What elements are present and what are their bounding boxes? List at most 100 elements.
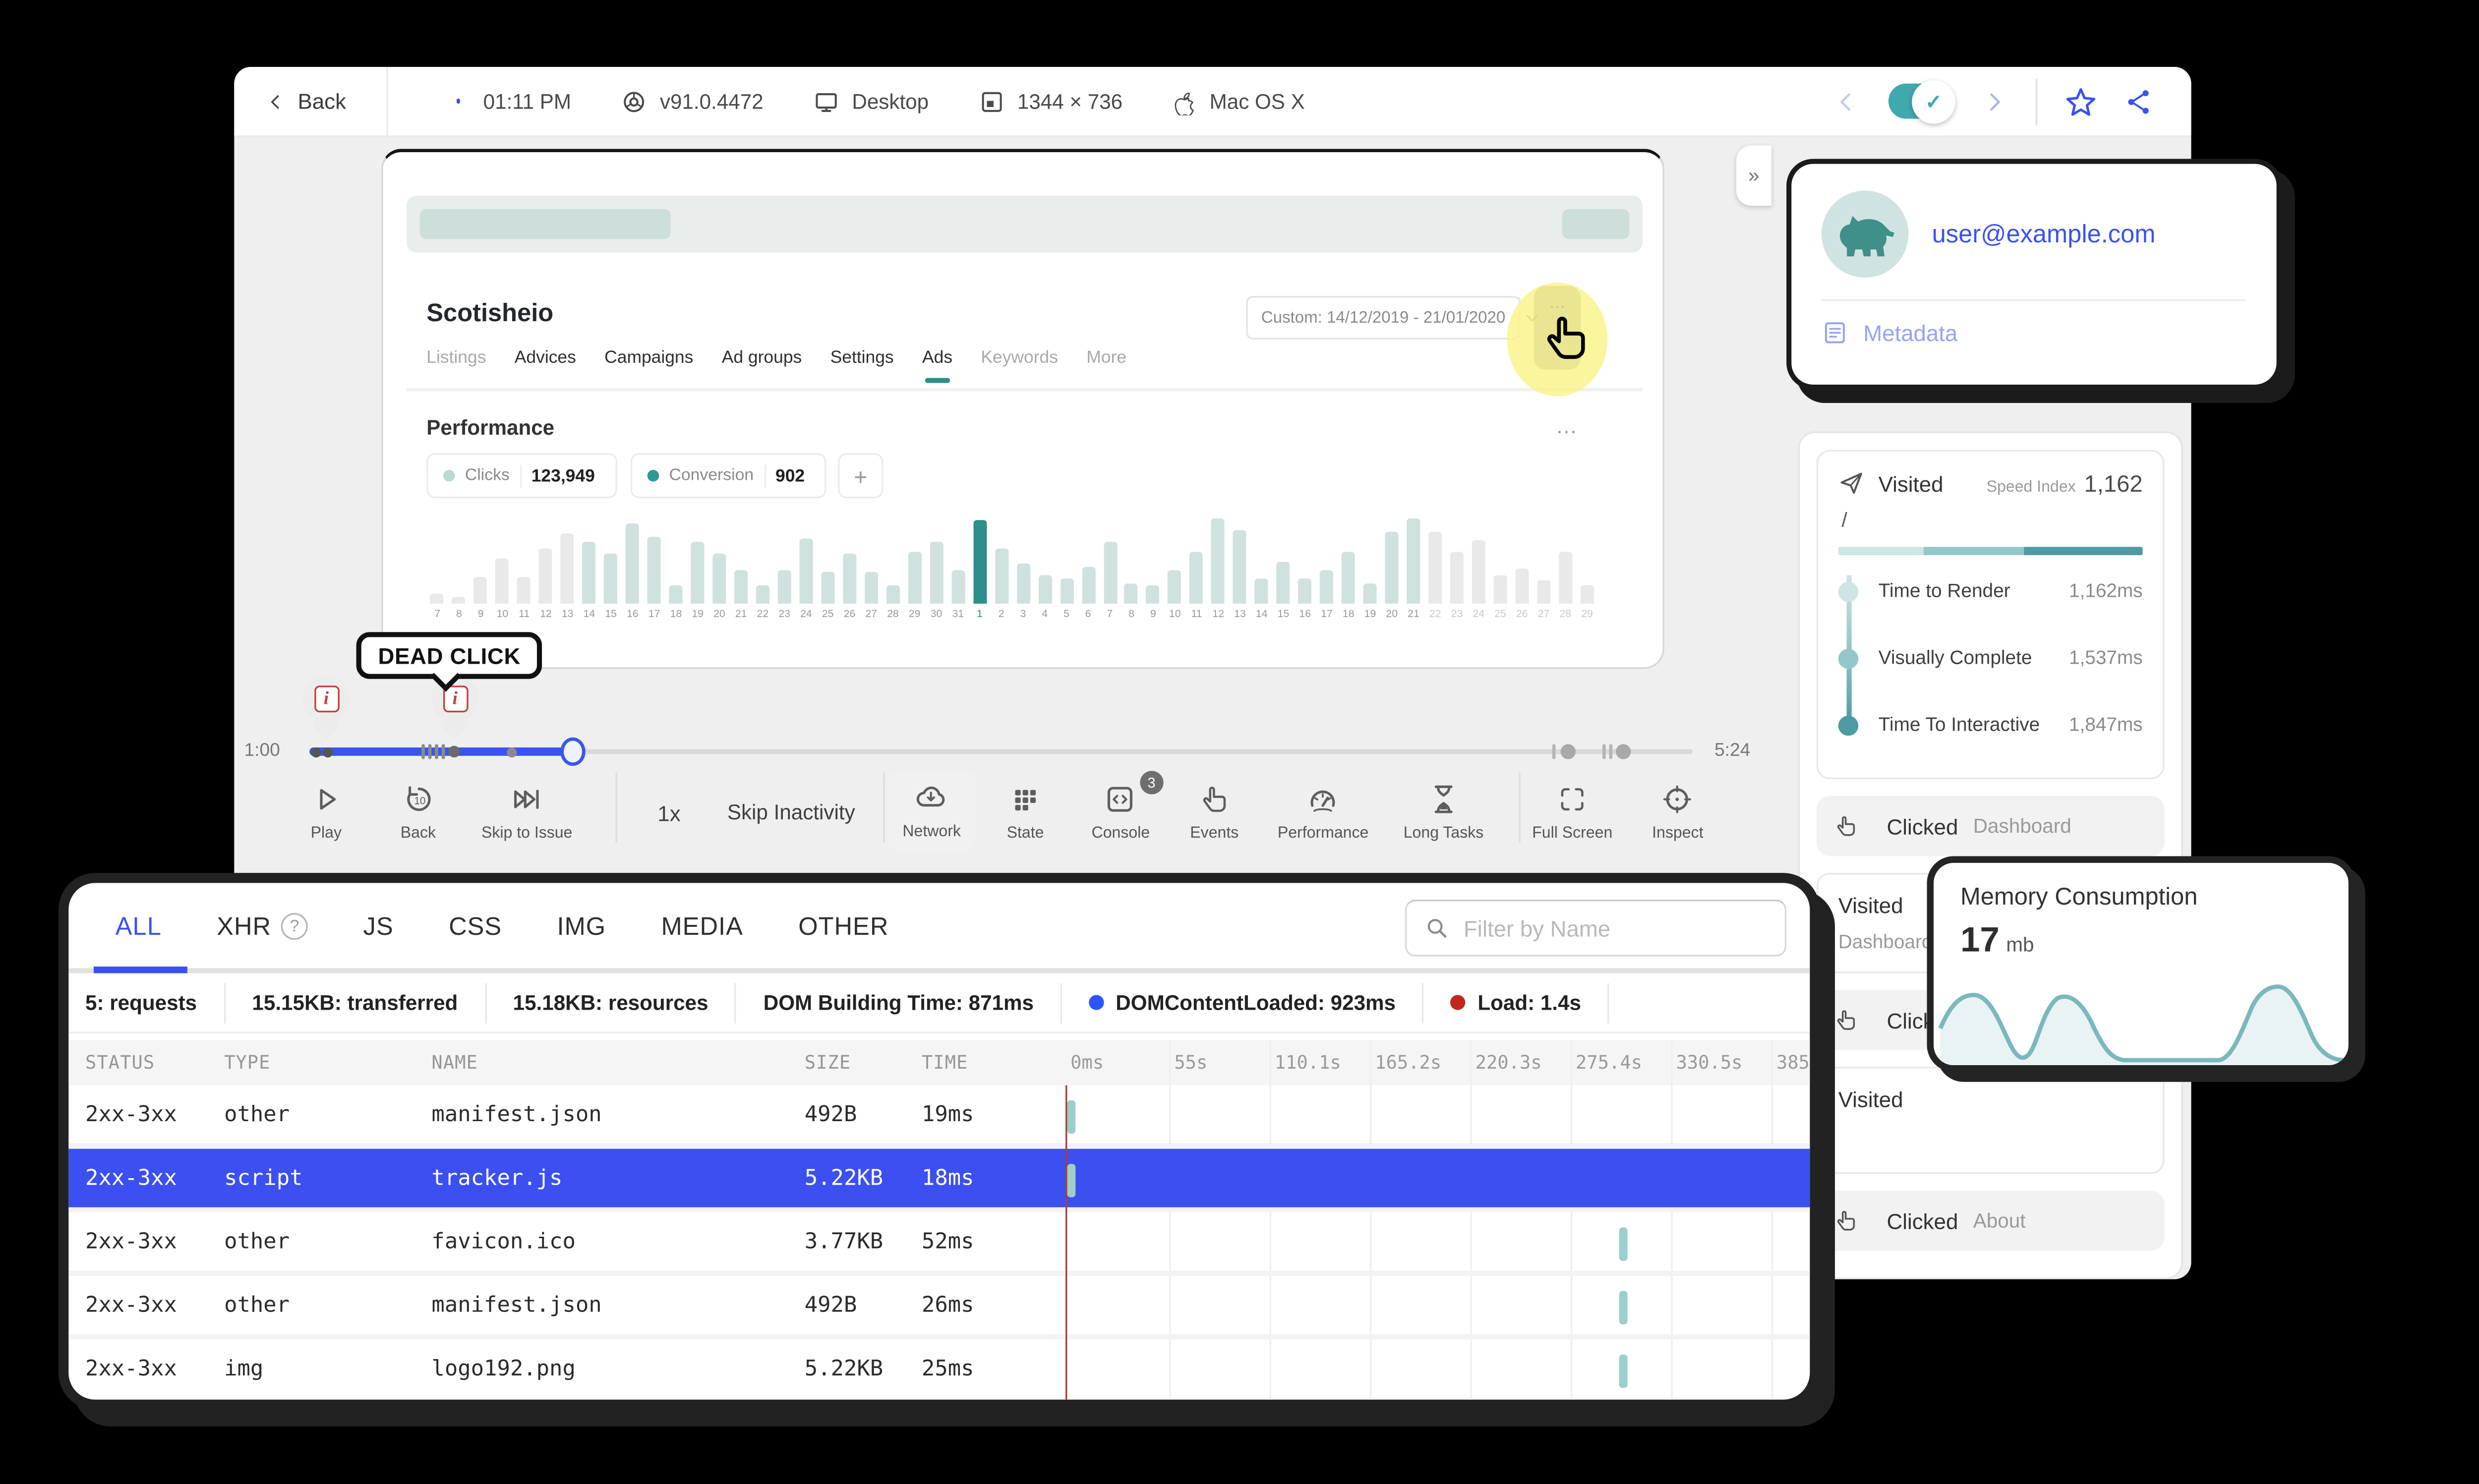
state-panel-button[interactable]: State bbox=[1007, 781, 1044, 843]
metadata-doc-icon bbox=[1822, 319, 1848, 346]
site-tab-campaigns[interactable]: Campaigns bbox=[604, 348, 693, 383]
network-tab-media[interactable]: MEDIA bbox=[661, 912, 743, 940]
date-range-select[interactable]: Custom: 14/12/2019 - 21/01/2020 bbox=[1246, 296, 1520, 340]
column-header-size[interactable]: SIZE bbox=[805, 1052, 851, 1074]
cell-status: 2xx-3xx bbox=[85, 1102, 177, 1127]
network-request-row[interactable]: 2xx-3xx other favicon.ico 3.77KB 52ms bbox=[68, 1207, 1810, 1271]
site-tab-ad-groups[interactable]: Ad groups bbox=[722, 348, 802, 383]
event-clicked-row[interactable]: Clicked Dashboard bbox=[1816, 796, 2165, 856]
site-tab-settings[interactable]: Settings bbox=[830, 348, 894, 383]
network-tab-img[interactable]: IMG bbox=[557, 912, 606, 940]
cell-size: 3.77KB bbox=[804, 1229, 884, 1255]
event-visited-card[interactable]: Visited Speed Index 1,162/Time to Render 1,… bbox=[1816, 450, 2165, 780]
chart-bar-slot: 14 bbox=[1251, 507, 1273, 624]
next-session-button[interactable] bbox=[1979, 86, 2009, 116]
network-tab-other[interactable]: OTHER bbox=[798, 912, 888, 940]
network-request-row[interactable]: 2xx-3xx other manifest.json 492B 19ms bbox=[68, 1085, 1810, 1144]
back-button[interactable]: Back bbox=[234, 89, 346, 114]
event-dot[interactable] bbox=[1560, 744, 1576, 759]
site-tab-more[interactable]: More bbox=[1086, 348, 1126, 383]
user-email[interactable]: user@example.com bbox=[1932, 220, 2156, 248]
event-dot[interactable] bbox=[507, 747, 517, 758]
chart-bar-slot: 26 bbox=[839, 507, 861, 624]
conversion-stat-card[interactable]: Conversion 902 bbox=[630, 453, 826, 499]
site-tab-keywords[interactable]: Keywords bbox=[981, 348, 1058, 383]
events-panel-button[interactable]: Events bbox=[1190, 781, 1239, 843]
site-tab-ads[interactable]: Ads bbox=[922, 348, 952, 383]
timing-metric: Visually Complete 1,537ms bbox=[1838, 626, 2143, 692]
help-icon[interactable]: ? bbox=[281, 913, 308, 940]
events-hand-icon bbox=[1203, 788, 1224, 811]
chart-bar-slot: 15 bbox=[1273, 507, 1295, 624]
dead-click-tooltip: DEAD CLICK bbox=[356, 632, 542, 679]
session-topbar: Back 01:11 PM v91.0.4472 Desktop 1344 × … bbox=[234, 66, 2191, 137]
network-request-row[interactable]: 2xx-3xx script tracker.js 5.22KB 18ms bbox=[68, 1143, 1810, 1207]
chart-bar-slot: 16 bbox=[1294, 507, 1316, 624]
event-clicked-row[interactable]: Clicked About bbox=[1816, 1191, 2165, 1251]
chart-bar-slot: 22 bbox=[752, 507, 774, 624]
divider bbox=[2035, 77, 2038, 125]
filter-input[interactable] bbox=[1463, 915, 1769, 941]
timeline-track[interactable] bbox=[574, 749, 1693, 754]
column-header-time[interactable]: TIME bbox=[922, 1052, 968, 1074]
network-tab-xhr[interactable]: XHR? bbox=[217, 912, 308, 941]
chart-bar-slot: 1 bbox=[969, 507, 991, 624]
event-dot[interactable] bbox=[1615, 744, 1631, 759]
chart-bar-slot: 21 bbox=[730, 507, 752, 624]
column-header-type[interactable]: TYPE bbox=[224, 1052, 270, 1074]
back-10s-button[interactable]: Back bbox=[401, 781, 436, 843]
favorite-star-icon[interactable] bbox=[2064, 84, 2097, 117]
column-header-status[interactable]: STATUS bbox=[85, 1052, 155, 1074]
network-tab-all[interactable]: ALL bbox=[116, 912, 162, 940]
skeleton-pill bbox=[1562, 209, 1629, 239]
long-tasks-button[interactable]: Long Tasks bbox=[1404, 781, 1483, 843]
chart-bar-slot: 11 bbox=[1186, 507, 1208, 624]
network-request-row[interactable]: 2xx-3xx other manifest.json 492B 26ms bbox=[68, 1271, 1810, 1334]
replay-viewport: Scotisheio Custom: 14/12/2019 - 21/01/20… bbox=[381, 149, 1664, 669]
waterfall-bar bbox=[1619, 1354, 1628, 1388]
event-dot[interactable] bbox=[448, 745, 460, 758]
metadata-button[interactable]: Metadata bbox=[1822, 319, 2246, 346]
network-panel-button[interactable]: Network bbox=[887, 771, 976, 852]
summary-item: Load: 1.4s bbox=[1424, 982, 1610, 1023]
timeline-playhead[interactable] bbox=[560, 737, 586, 766]
issue-marker-dead-click[interactable]: i bbox=[430, 675, 480, 742]
add-metric-button[interactable]: + bbox=[838, 453, 884, 499]
os-name: Mac OS X bbox=[1173, 87, 1305, 115]
cell-name: favicon.ico bbox=[431, 1229, 576, 1255]
clicks-dot-icon bbox=[443, 470, 455, 482]
collapse-panel-button[interactable]: » bbox=[1736, 145, 1771, 206]
network-request-row[interactable]: 2xx-3xx img logo192.png 5.22KB 25ms bbox=[68, 1334, 1810, 1398]
chart-bar-slot: 30 bbox=[926, 507, 947, 624]
full-screen-button[interactable]: Full Screen bbox=[1532, 781, 1612, 843]
column-header-name[interactable]: NAME bbox=[431, 1052, 477, 1074]
network-tab-css[interactable]: CSS bbox=[449, 912, 502, 940]
event-visited-card[interactable]: Visited bbox=[1816, 1067, 2165, 1174]
screen-resolution: 1344 × 736 bbox=[979, 88, 1122, 114]
share-icon[interactable] bbox=[2125, 86, 2155, 116]
network-summary: 5: requests 15.15KB: transferred 15.18KB: … bbox=[68, 973, 1810, 1033]
site-tab-advices[interactable]: Advices bbox=[515, 348, 576, 383]
issue-marker[interactable]: i bbox=[301, 675, 351, 742]
skip-inactivity-button[interactable]: Skip Inactivity bbox=[727, 801, 855, 824]
inspect-button[interactable]: Inspect bbox=[1652, 781, 1704, 843]
cell-type: other bbox=[224, 1229, 290, 1255]
console-panel-button[interactable]: 3 Console bbox=[1092, 771, 1164, 843]
play-button[interactable]: Play bbox=[309, 781, 343, 843]
site-tab-listings[interactable]: Listings bbox=[426, 348, 486, 383]
filter-field[interactable] bbox=[1405, 900, 1787, 957]
performance-panel-button[interactable]: Performance bbox=[1278, 781, 1368, 843]
gauge-icon bbox=[1312, 792, 1334, 811]
network-tab-js[interactable]: JS bbox=[363, 912, 394, 940]
prev-session-button[interactable] bbox=[1831, 86, 1862, 116]
autoplay-toggle[interactable]: ✓ bbox=[1888, 79, 1955, 123]
chart-bar-slot: 29 bbox=[904, 507, 926, 624]
skip-to-issue-button[interactable]: Skip to Issue bbox=[481, 781, 572, 843]
chart-bar-slot: 17 bbox=[644, 507, 665, 624]
session-meta: 01:11 PM v91.0.4472 Desktop 1344 × 736 M… bbox=[445, 87, 1305, 115]
hourglass-icon bbox=[1436, 787, 1451, 812]
playback-speed-button[interactable]: 1x bbox=[657, 801, 680, 826]
clicks-stat-card[interactable]: Clicks 123,949 bbox=[426, 453, 617, 499]
section-more-icon[interactable]: … bbox=[1556, 413, 1579, 438]
cell-status: 2xx-3xx bbox=[85, 1229, 177, 1255]
